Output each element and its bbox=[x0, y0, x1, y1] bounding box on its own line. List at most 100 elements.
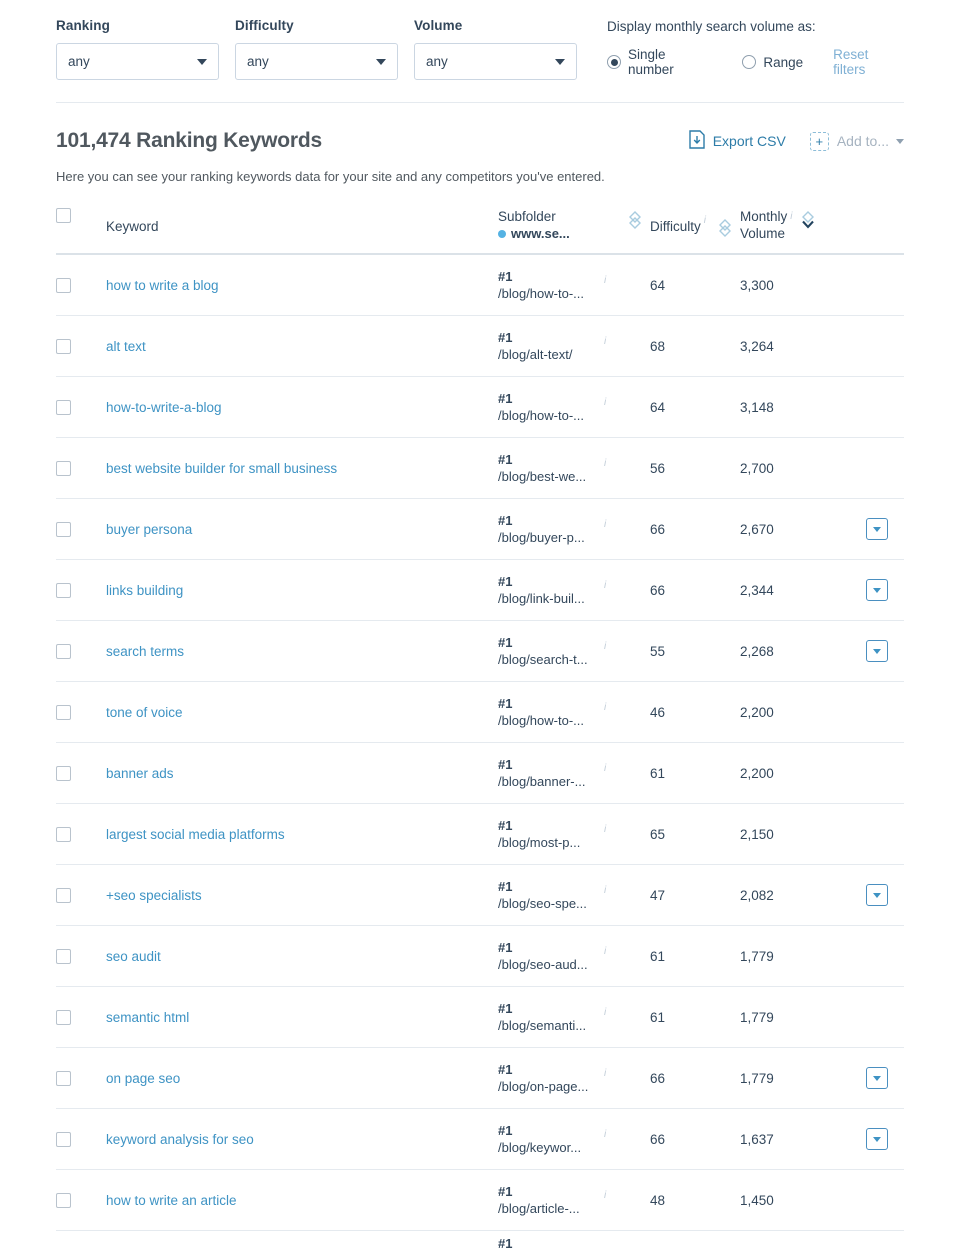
row-select-cell bbox=[56, 948, 106, 964]
difficulty-select[interactable]: any bbox=[235, 43, 398, 80]
row-checkbox[interactable] bbox=[56, 460, 71, 476]
plus-icon: + bbox=[809, 131, 829, 151]
row-checkbox[interactable] bbox=[56, 1009, 71, 1025]
monthly-volume-info-icon[interactable]: i bbox=[790, 208, 792, 222]
chevron-down-icon bbox=[376, 58, 386, 65]
export-csv-button[interactable]: Export CSV bbox=[689, 130, 786, 152]
row-info-icon[interactable]: i bbox=[604, 947, 606, 957]
keyword-link[interactable]: on page seo bbox=[106, 1071, 488, 1086]
row-checkbox[interactable] bbox=[56, 1070, 71, 1086]
row-checkbox[interactable] bbox=[56, 1192, 71, 1208]
row-checkbox[interactable] bbox=[56, 765, 71, 781]
keyword-link[interactable]: best website builder for small business bbox=[106, 461, 488, 476]
row-checkbox[interactable] bbox=[56, 643, 71, 659]
row-info-cell: i bbox=[598, 459, 620, 477]
radio-single-number[interactable]: Single number bbox=[607, 47, 714, 77]
select-all-checkbox[interactable] bbox=[56, 208, 71, 223]
volume-select[interactable]: any bbox=[414, 43, 577, 80]
table-row: how to write an article #1/blog/article-.… bbox=[56, 1170, 904, 1231]
row-keyword-cell: how-to-write-a-blog bbox=[106, 400, 498, 415]
row-info-icon[interactable]: i bbox=[604, 703, 606, 713]
sort-updown-icon bbox=[629, 211, 641, 229]
keyword-link[interactable]: semantic html bbox=[106, 1010, 488, 1025]
row-info-icon[interactable]: i bbox=[604, 1191, 606, 1201]
add-to-button[interactable]: + Add to... bbox=[809, 131, 904, 151]
row-info-icon[interactable]: i bbox=[604, 398, 606, 408]
row-keyword-cell: keyword analysis for seo bbox=[106, 1132, 498, 1147]
row-actions-menu-button[interactable] bbox=[866, 640, 888, 662]
row-checkbox[interactable] bbox=[56, 582, 71, 598]
sort-subfolder[interactable] bbox=[620, 208, 650, 230]
page-title: 101,474 Ranking Keywords bbox=[56, 129, 322, 152]
row-subfolder-cell: #1/blog/seo-spe... bbox=[498, 878, 598, 912]
row-menu-cell bbox=[850, 579, 904, 601]
table-row: on page seo #1/blog/on-page... i 66 1,779 bbox=[56, 1048, 904, 1109]
row-rank: #1 bbox=[498, 1184, 513, 1199]
row-difficulty: 61 bbox=[650, 948, 666, 964]
row-keyword-cell: how to write an article bbox=[106, 1193, 498, 1208]
sort-difficulty[interactable] bbox=[710, 208, 740, 238]
row-select-cell bbox=[56, 399, 106, 415]
row-info-icon[interactable]: i bbox=[604, 1008, 606, 1018]
display-volume-options: Single number Range Reset filters bbox=[607, 47, 904, 77]
row-difficulty: 66 bbox=[650, 1070, 666, 1086]
row-info-icon[interactable]: i bbox=[604, 825, 606, 835]
row-checkbox[interactable] bbox=[56, 277, 71, 293]
row-actions-menu-button[interactable] bbox=[866, 1128, 888, 1150]
table-row: seo audit #1/blog/seo-aud... i 61 1,779 bbox=[56, 926, 904, 987]
keyword-link[interactable]: buyer persona bbox=[106, 522, 488, 537]
row-info-icon[interactable]: i bbox=[604, 276, 606, 286]
keyword-link[interactable]: links building bbox=[106, 583, 488, 598]
row-subfolder-cell: #1/blog/seo-aud... bbox=[498, 939, 598, 973]
difficulty-info-icon[interactable]: i bbox=[704, 208, 706, 226]
keyword-link[interactable]: largest social media platforms bbox=[106, 827, 488, 842]
row-checkbox[interactable] bbox=[56, 948, 71, 964]
row-checkbox[interactable] bbox=[56, 399, 71, 415]
row-checkbox[interactable] bbox=[56, 704, 71, 720]
sort-monthly-volume[interactable] bbox=[801, 208, 815, 230]
keyword-link[interactable]: how-to-write-a-blog bbox=[106, 400, 488, 415]
row-info-icon[interactable]: i bbox=[604, 764, 606, 774]
keyword-link[interactable]: search terms bbox=[106, 644, 488, 659]
row-difficulty: 64 bbox=[650, 399, 666, 415]
partial-subfolder-cell: #1 bbox=[498, 1235, 598, 1250]
row-info-cell: i bbox=[598, 337, 620, 355]
reset-filters-link[interactable]: Reset filters bbox=[833, 47, 904, 77]
chevron-down-icon bbox=[873, 648, 881, 654]
chevron-down-icon bbox=[197, 58, 207, 65]
keyword-link[interactable]: seo audit bbox=[106, 949, 488, 964]
row-rank: #1 bbox=[498, 1123, 513, 1138]
row-actions-menu-button[interactable] bbox=[866, 1067, 888, 1089]
row-info-icon[interactable]: i bbox=[604, 886, 606, 896]
row-checkbox[interactable] bbox=[56, 887, 71, 903]
difficulty-select-value: any bbox=[247, 54, 269, 69]
row-subfolder-cell: #1/blog/link-buil... bbox=[498, 573, 598, 607]
row-checkbox[interactable] bbox=[56, 826, 71, 842]
keyword-link[interactable]: tone of voice bbox=[106, 705, 488, 720]
row-checkbox[interactable] bbox=[56, 338, 71, 354]
row-actions-menu-button[interactable] bbox=[866, 518, 888, 540]
keyword-link[interactable]: banner ads bbox=[106, 766, 488, 781]
row-info-icon[interactable]: i bbox=[604, 459, 606, 469]
row-keyword-cell: best website builder for small business bbox=[106, 461, 498, 476]
row-info-icon[interactable]: i bbox=[604, 520, 606, 530]
row-actions-menu-button[interactable] bbox=[866, 884, 888, 906]
row-info-icon[interactable]: i bbox=[604, 337, 606, 347]
keyword-link[interactable]: keyword analysis for seo bbox=[106, 1132, 488, 1147]
row-actions-menu-button[interactable] bbox=[866, 579, 888, 601]
keyword-link[interactable]: +seo specialists bbox=[106, 888, 488, 903]
keyword-link[interactable]: alt text bbox=[106, 339, 488, 354]
ranking-select-value: any bbox=[68, 54, 90, 69]
row-info-icon[interactable]: i bbox=[604, 581, 606, 591]
radio-range[interactable]: Range bbox=[742, 55, 803, 70]
row-info-icon[interactable]: i bbox=[604, 1069, 606, 1079]
row-info-icon[interactable]: i bbox=[604, 642, 606, 652]
keyword-link[interactable]: how to write a blog bbox=[106, 278, 488, 293]
row-info-icon[interactable]: i bbox=[604, 1130, 606, 1140]
row-difficulty: 56 bbox=[650, 460, 666, 476]
row-path: /blog/semanti... bbox=[498, 1018, 587, 1033]
keyword-link[interactable]: how to write an article bbox=[106, 1193, 488, 1208]
row-checkbox[interactable] bbox=[56, 521, 71, 537]
row-checkbox[interactable] bbox=[56, 1131, 71, 1147]
ranking-select[interactable]: any bbox=[56, 43, 219, 80]
